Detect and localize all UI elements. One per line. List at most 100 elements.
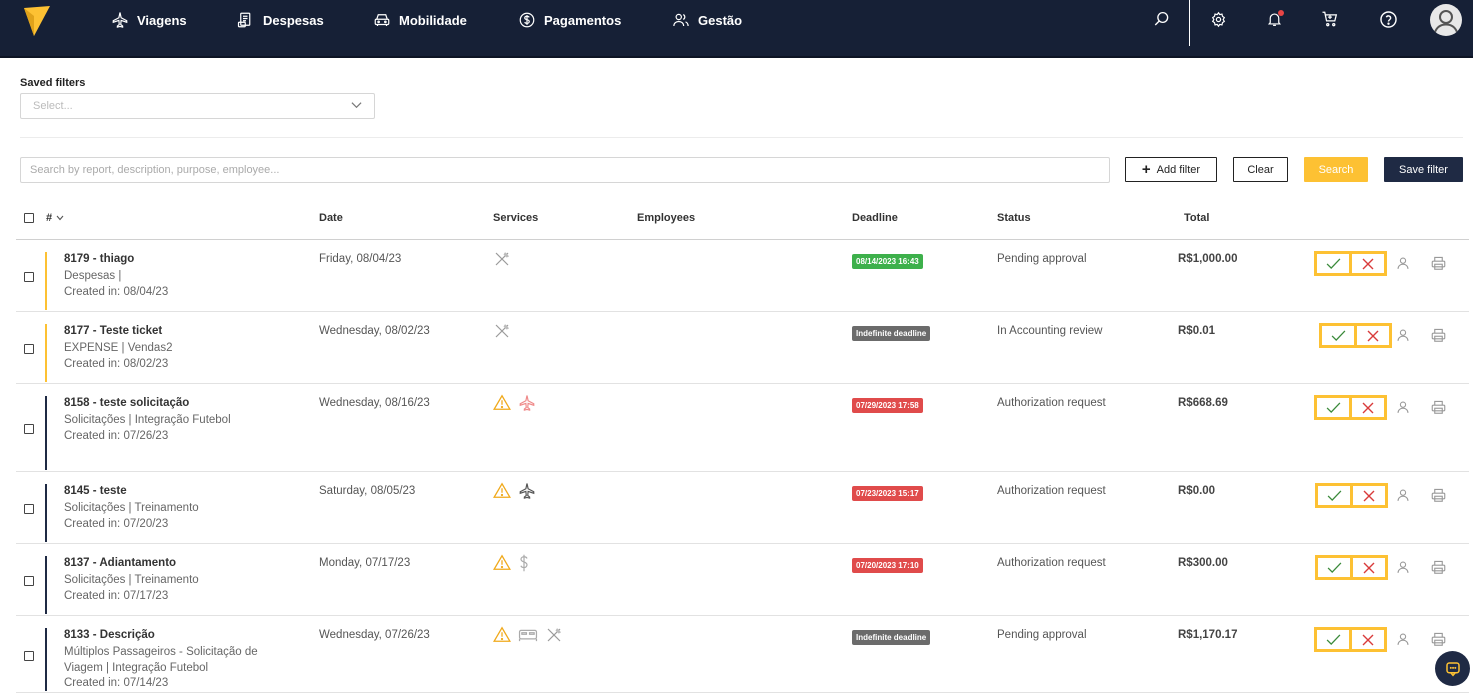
save-filter-button[interactable]: Save filter xyxy=(1384,157,1463,182)
reject-button[interactable] xyxy=(1349,254,1384,273)
reject-button[interactable] xyxy=(1350,558,1385,577)
report-subtitle: Múltiplos Passageiros - Solicitação de V… xyxy=(64,646,258,674)
table-row[interactable]: 8133 - Descrição Múltiplos Passageiros - … xyxy=(16,616,1469,693)
row-checkbox[interactable] xyxy=(24,504,34,514)
check-icon xyxy=(1327,562,1341,573)
plane-icon xyxy=(112,12,128,28)
help-icon[interactable] xyxy=(1377,8,1399,30)
deadline-badge: Indefinite deadline xyxy=(852,326,931,341)
row-checkbox[interactable] xyxy=(24,651,34,661)
dollar-circle-icon xyxy=(519,12,535,28)
search-icon[interactable] xyxy=(1151,8,1173,30)
nav-viagens[interactable]: Viagens xyxy=(111,9,187,31)
total-amount: R$668.69 xyxy=(1178,397,1228,409)
approve-button[interactable] xyxy=(1318,486,1350,505)
approve-button[interactable] xyxy=(1318,558,1350,577)
report-created-date: Created in: 08/02/23 xyxy=(64,358,169,370)
bell-icon[interactable] xyxy=(1263,8,1285,30)
reject-button[interactable] xyxy=(1349,630,1384,649)
column-number[interactable]: # xyxy=(46,212,64,224)
print-icon[interactable] xyxy=(1431,488,1446,505)
status-text: Authorization request xyxy=(997,397,1106,409)
select-all-checkbox[interactable] xyxy=(24,213,34,223)
table-row[interactable]: 8177 - Teste ticket EXPENSE | Vendas2 Crea… xyxy=(16,312,1469,384)
row-status-bar xyxy=(45,484,47,542)
services-icons xyxy=(493,554,530,575)
report-title[interactable]: 8177 - Teste ticket xyxy=(64,325,162,337)
reject-button[interactable] xyxy=(1349,398,1384,417)
warning-icon xyxy=(493,626,511,647)
reject-button[interactable] xyxy=(1354,326,1389,345)
check-icon xyxy=(1326,634,1340,645)
approve-button[interactable] xyxy=(1322,326,1354,345)
gear-icon[interactable] xyxy=(1207,8,1229,30)
car-icon xyxy=(374,14,390,26)
row-checkbox[interactable] xyxy=(24,344,34,354)
row-checkbox[interactable] xyxy=(24,576,34,586)
table-row[interactable]: 8137 - Adiantamento Solicitações | Treina… xyxy=(16,544,1469,616)
table-row[interactable]: 8158 - teste solicitação Solicitações | I… xyxy=(16,384,1469,472)
report-title[interactable]: 8133 - Descrição xyxy=(64,629,155,641)
print-icon[interactable] xyxy=(1431,560,1446,577)
approve-button[interactable] xyxy=(1317,254,1349,273)
saved-filters-select[interactable]: Select... xyxy=(20,93,375,119)
approve-button[interactable] xyxy=(1317,630,1349,649)
approval-actions xyxy=(1314,395,1387,420)
print-icon[interactable] xyxy=(1431,400,1446,417)
report-title[interactable]: 8179 - thiago xyxy=(64,253,134,265)
column-status: Status xyxy=(997,212,1031,224)
deadline-badge: 07/20/2023 17:10 xyxy=(852,558,923,573)
chat-button[interactable] xyxy=(1435,651,1470,686)
print-icon[interactable] xyxy=(1431,632,1446,649)
services-icons xyxy=(493,482,536,503)
row-checkbox[interactable] xyxy=(24,272,34,282)
add-filter-button[interactable]: + Add filter xyxy=(1125,157,1217,182)
total-amount: R$0.01 xyxy=(1178,325,1216,337)
total-amount: R$0.00 xyxy=(1178,485,1216,497)
status-text: Authorization request xyxy=(997,557,1106,569)
nav-pagamentos[interactable]: Pagamentos xyxy=(518,9,621,31)
approve-button[interactable] xyxy=(1317,398,1349,417)
assign-user-icon[interactable] xyxy=(1396,400,1410,417)
assign-user-icon[interactable] xyxy=(1396,328,1410,345)
close-icon xyxy=(1362,258,1374,269)
cutlery-icon xyxy=(493,322,511,343)
assign-user-icon[interactable] xyxy=(1396,256,1410,273)
print-icon[interactable] xyxy=(1431,256,1446,273)
report-title[interactable]: 8145 - teste xyxy=(64,485,127,497)
services-icons xyxy=(493,322,511,343)
assign-user-icon[interactable] xyxy=(1396,632,1410,649)
deadline-badge: 07/23/2023 15:17 xyxy=(852,486,923,501)
logo-icon[interactable] xyxy=(22,4,52,38)
search-button[interactable]: Search xyxy=(1304,157,1368,182)
close-icon xyxy=(1367,330,1379,341)
avatar[interactable] xyxy=(1430,4,1462,36)
report-title[interactable]: 8158 - teste solicitação xyxy=(64,397,189,409)
check-icon xyxy=(1326,402,1340,413)
report-created-date: Created in: 07/26/23 xyxy=(64,430,169,442)
table-row[interactable]: 8179 - thiago Despesas | Created in: 08/04… xyxy=(16,240,1469,312)
deadline-badge: Indefinite deadline xyxy=(852,630,931,645)
nav-despesas[interactable]: Despesas xyxy=(237,9,324,31)
clear-button[interactable]: Clear xyxy=(1233,157,1288,182)
status-text: Pending approval xyxy=(997,629,1087,641)
reject-button[interactable] xyxy=(1350,486,1385,505)
assign-user-icon[interactable] xyxy=(1396,488,1410,505)
report-title[interactable]: 8137 - Adiantamento xyxy=(64,557,176,569)
report-date: Friday, 08/04/23 xyxy=(319,253,402,265)
row-checkbox[interactable] xyxy=(24,424,34,434)
cart-icon[interactable] xyxy=(1319,8,1341,30)
sort-down-icon xyxy=(56,215,64,221)
plus-icon: + xyxy=(1141,161,1151,178)
nav-gestao[interactable]: Gestão xyxy=(672,9,742,31)
total-amount: R$300.00 xyxy=(1178,557,1228,569)
nav-mobilidade[interactable]: Mobilidade xyxy=(373,9,467,31)
approval-actions xyxy=(1314,251,1387,276)
nav-gestao-label: Gestão xyxy=(698,12,743,28)
top-navbar: Viagens Despesas Mobilidade Pagamentos G… xyxy=(0,0,1473,58)
assign-user-icon[interactable] xyxy=(1396,560,1410,577)
close-icon xyxy=(1362,634,1374,645)
search-input[interactable] xyxy=(20,157,1110,183)
print-icon[interactable] xyxy=(1431,328,1446,345)
table-row[interactable]: 8145 - teste Solicitações | Treinamento Cr… xyxy=(16,472,1469,544)
